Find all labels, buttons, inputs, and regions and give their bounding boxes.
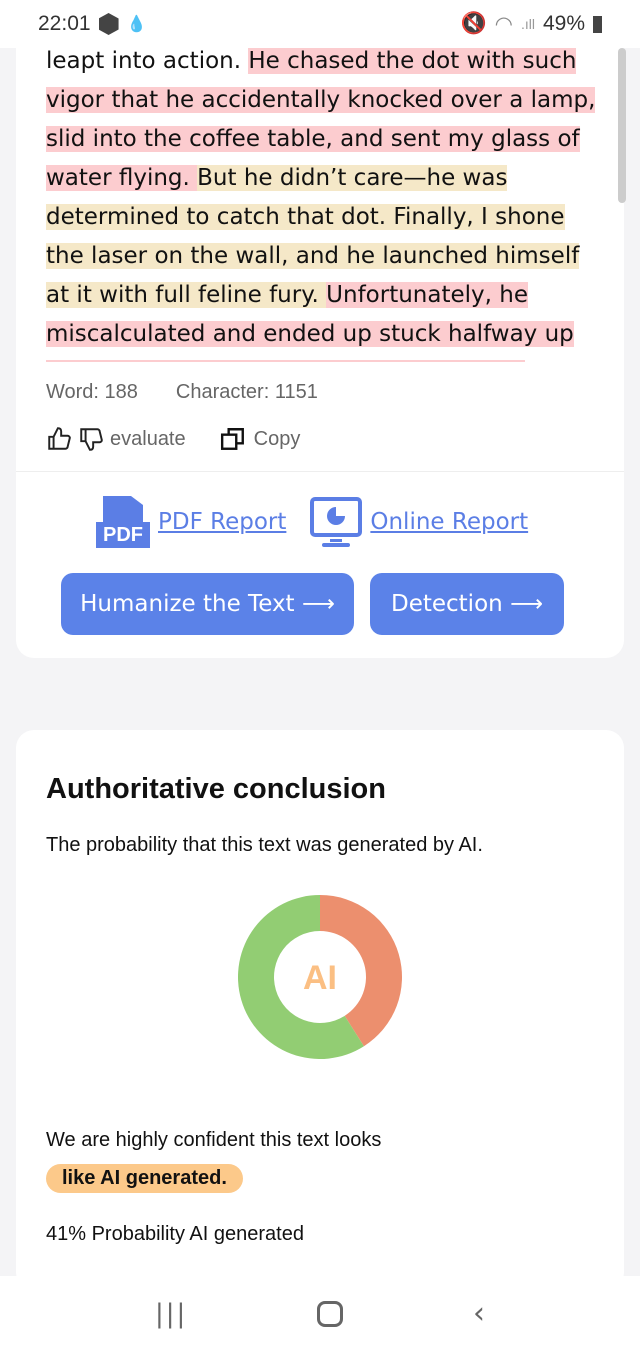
pdf-report-link[interactable]: PDF Report <box>158 509 286 535</box>
text-line: slid into the coffee table, and sent my … <box>46 120 596 159</box>
highlight-mixed-segment: But he didn’t care—he was <box>197 165 508 191</box>
highlight-ai-segment: He chased the dot with such <box>248 48 577 74</box>
back-icon[interactable]: ‹ <box>473 1296 485 1331</box>
text-line: the laser on the wall, and he launched h… <box>46 237 596 276</box>
text-line: water flying. But he didn’t care—he was <box>46 159 596 198</box>
home-icon[interactable] <box>317 1300 344 1327</box>
status-bar: 22:01 💧 🔇 ◠ .ıll 49% <box>0 0 640 48</box>
battery-level: 49% <box>542 12 585 35</box>
highlight-ai-segment: miscalculated and ended up stuck halfway… <box>46 321 574 347</box>
text-line: the curtain, dangling like a very confus… <box>46 354 596 362</box>
divider <box>16 471 624 472</box>
thumbs-up-icon[interactable] <box>46 426 72 452</box>
thumbs-down-icon[interactable] <box>78 426 104 452</box>
mute-icon: 🔇 <box>460 12 487 35</box>
word-count: Word: 188 <box>46 381 138 403</box>
text-line: determined to catch that dot. Finally, I… <box>46 198 596 237</box>
analyzed-text[interactable]: leapt into action. He chased the dot wit… <box>46 42 596 362</box>
donut-center-label: AI <box>303 959 337 997</box>
navigation-bar: ||| ‹ <box>0 1276 640 1351</box>
highlight-ai-segment: slid into the coffee table, and sent my … <box>46 126 580 152</box>
monitor-chart-icon[interactable] <box>310 497 363 547</box>
copy-button[interactable]: Copy <box>254 428 301 451</box>
text-segment: leapt into action. <box>46 48 249 74</box>
online-report-link[interactable]: Online Report <box>370 509 528 535</box>
highlight-mixed-segment: determined to catch that dot. Finally, I… <box>46 204 565 230</box>
text-stats: Word: 188 Character: 1151 <box>46 381 318 404</box>
copy-icon[interactable] <box>220 426 246 452</box>
signal-icon: .ıll <box>520 16 535 32</box>
text-line: miscalculated and ended up stuck halfway… <box>46 315 596 354</box>
highlight-ai-segment: Unfortunately, he <box>326 282 528 308</box>
probability-text: 41% Probability AI generated <box>46 1223 304 1245</box>
confidence-text: We are highly confident this text looks <box>46 1129 382 1151</box>
conclusion-subtitle: The probability that this text was gener… <box>46 834 483 856</box>
evaluate-button[interactable]: evaluate <box>110 428 186 451</box>
text-line: at it with full feline fury. Unfortunate… <box>46 276 596 315</box>
highlight-ai-segment: water flying. <box>46 165 198 191</box>
scrollbar[interactable] <box>618 48 626 203</box>
ai-probability-donut: AI <box>237 895 402 1059</box>
conclusion-title: Authoritative conclusion <box>46 773 386 805</box>
battery-icon <box>593 15 602 33</box>
recent-apps-icon[interactable]: ||| <box>155 1299 187 1329</box>
detection-button[interactable]: Detection ⟶ <box>370 573 564 635</box>
highlight-ai-segment: vigor that he accidentally knocked over … <box>46 87 596 113</box>
highlight-mixed-segment: at it with full feline fury. <box>46 282 327 308</box>
app-icon <box>98 13 119 35</box>
highlight-ai-segment: the curtain, dangling like a very confus… <box>46 360 525 362</box>
drop-icon: 💧 <box>126 16 147 33</box>
clock: 22:01 <box>38 12 91 35</box>
pdf-icon[interactable]: PDF <box>96 496 150 548</box>
highlight-mixed-segment: the laser on the wall, and he launched h… <box>46 243 580 269</box>
humanize-text-button[interactable]: Humanize the Text ⟶ <box>61 573 354 635</box>
character-count: Character: 1151 <box>175 381 318 403</box>
verdict-badge: like AI generated. <box>46 1164 243 1193</box>
text-line: vigor that he accidentally knocked over … <box>46 81 596 120</box>
wifi-icon: ◠ <box>494 12 513 36</box>
